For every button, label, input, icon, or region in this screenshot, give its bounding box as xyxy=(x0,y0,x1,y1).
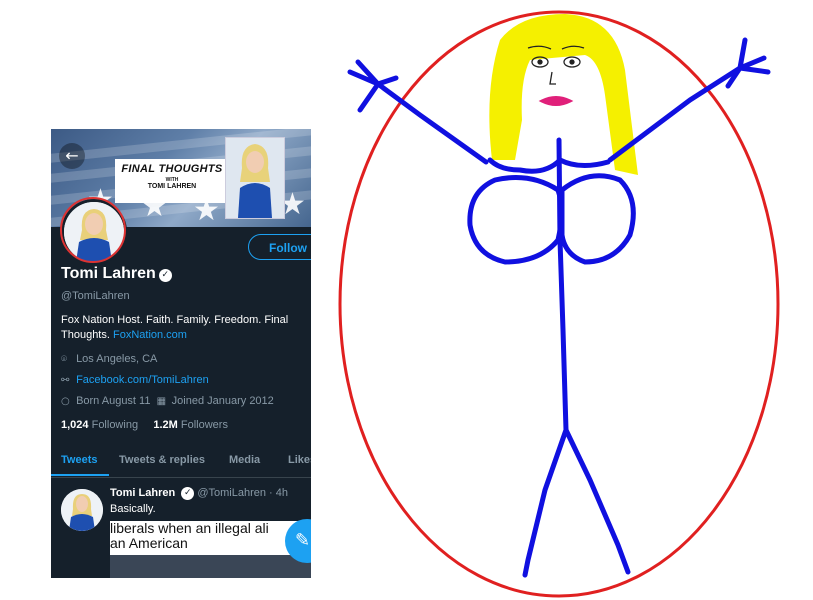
figure-lips xyxy=(538,96,574,106)
figure-hair xyxy=(489,14,638,175)
figure-body xyxy=(347,37,771,578)
stick-figure-drawing xyxy=(338,10,780,598)
